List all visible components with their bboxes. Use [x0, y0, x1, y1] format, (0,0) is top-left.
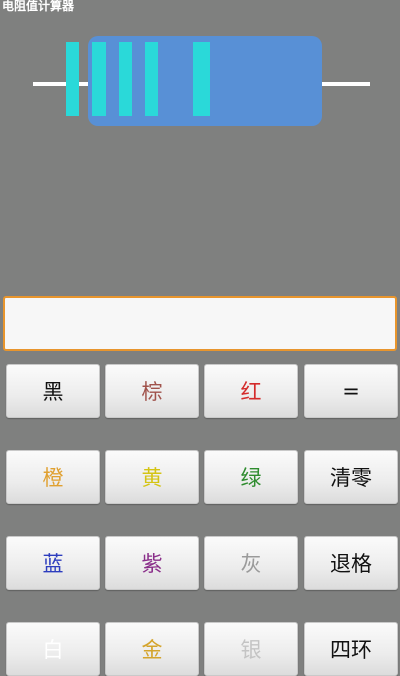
key-silver[interactable]: 银 — [204, 622, 298, 676]
key-red[interactable]: 红 — [204, 364, 298, 418]
key-gray[interactable]: 灰 — [204, 536, 298, 590]
key-gold[interactable]: 金 — [105, 622, 199, 676]
resistor-band-2 — [92, 42, 106, 116]
resistor-band-3 — [119, 42, 132, 116]
key-brown[interactable]: 棕 — [105, 364, 199, 418]
key-clear[interactable]: 清零 — [304, 450, 398, 504]
key-blue[interactable]: 蓝 — [6, 536, 100, 590]
key-four-band[interactable]: 四环 — [304, 622, 398, 676]
key-white[interactable]: 白 — [6, 622, 100, 676]
resistor-band-1 — [66, 42, 79, 116]
key-equals[interactable]: = — [304, 364, 398, 418]
resistor-illustration — [33, 36, 370, 126]
key-green[interactable]: 绿 — [204, 450, 298, 504]
key-backspace[interactable]: 退格 — [304, 536, 398, 590]
key-black[interactable]: 黑 — [6, 364, 100, 418]
result-input[interactable] — [3, 296, 397, 351]
resistor-band-4 — [145, 42, 158, 116]
resistor-band-5 — [193, 42, 210, 116]
key-orange[interactable]: 橙 — [6, 450, 100, 504]
key-yellow[interactable]: 黄 — [105, 450, 199, 504]
key-violet[interactable]: 紫 — [105, 536, 199, 590]
